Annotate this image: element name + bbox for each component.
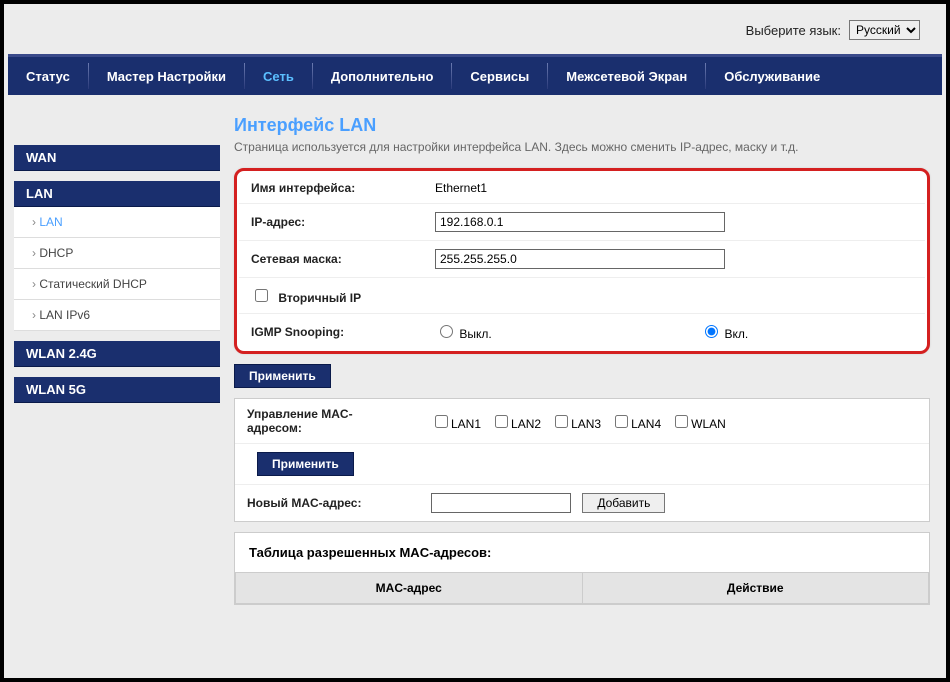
sidebar-item-статический-dhcp[interactable]: Статический DHCP <box>14 269 220 300</box>
content: Интерфейс LAN Страница используется для … <box>234 115 936 615</box>
subnet-mask-input[interactable] <box>435 249 725 269</box>
sidebar-header-wan[interactable]: WAN <box>14 145 220 171</box>
sidebar: WANLANLANDHCPСтатический DHCPLAN IPv6WLA… <box>14 115 220 615</box>
lan-settings-highlight: Имя интерфейса: Ethernet1 IP-адрес: Сете… <box>234 168 930 354</box>
page-description: Страница используется для настройки инте… <box>234 140 930 154</box>
igmp-snooping-label: IGMP Snooping: <box>239 314 423 350</box>
mac-col-address: MAC-адрес <box>236 573 583 604</box>
interface-name-label: Имя интерфейса: <box>239 173 423 204</box>
sidebar-header-wlan-5g[interactable]: WLAN 5G <box>14 377 220 403</box>
ip-address-label: IP-адрес: <box>239 204 423 241</box>
nav-item-5[interactable]: Межсетевой Экран <box>548 57 705 95</box>
sidebar-header-wlan-2.4g[interactable]: WLAN 2.4G <box>14 341 220 367</box>
main-nav: СтатусМастер НастройкиСетьДополнительноС… <box>8 54 942 95</box>
interface-name-value: Ethernet1 <box>423 173 688 204</box>
mac-checkbox-lan2[interactable] <box>495 415 508 428</box>
add-mac-button[interactable]: Добавить <box>582 493 665 513</box>
mac-table-title: Таблица разрешенных MAC-адресов: <box>235 533 929 572</box>
mac-check-wlan[interactable]: WLAN <box>671 417 726 431</box>
mac-checkbox-lan1[interactable] <box>435 415 448 428</box>
secondary-ip-label: Вторичный IP <box>278 291 361 305</box>
language-label: Выберите язык: <box>746 23 841 38</box>
sidebar-item-lan[interactable]: LAN <box>14 207 220 238</box>
mac-apply-button[interactable]: Применить <box>257 452 354 476</box>
igmp-on-option[interactable]: Вкл. <box>700 327 748 341</box>
apply-button[interactable]: Применить <box>234 364 331 388</box>
igmp-on-radio[interactable] <box>705 325 718 338</box>
mac-port-checkboxes: LAN1 LAN2 LAN3 LAN4 WLAN <box>419 399 929 444</box>
mac-checkbox-lan3[interactable] <box>555 415 568 428</box>
new-mac-label: Новый MAC-адрес: <box>235 485 419 522</box>
subnet-mask-label: Сетевая маска: <box>239 241 423 278</box>
igmp-off-radio[interactable] <box>440 325 453 338</box>
mac-management-label: Управление MAC-адресом: <box>235 399 419 444</box>
language-bar: Выберите язык: Русский <box>4 4 946 54</box>
ip-address-input[interactable] <box>435 212 725 232</box>
mac-checkbox-wlan[interactable] <box>675 415 688 428</box>
mac-check-lan3[interactable]: LAN3 <box>551 417 601 431</box>
mac-check-lan1[interactable]: LAN1 <box>431 417 481 431</box>
mac-check-lan4[interactable]: LAN4 <box>611 417 661 431</box>
nav-item-3[interactable]: Дополнительно <box>313 57 452 95</box>
nav-item-6[interactable]: Обслуживание <box>706 57 838 95</box>
sidebar-item-dhcp[interactable]: DHCP <box>14 238 220 269</box>
sidebar-item-lan-ipv6[interactable]: LAN IPv6 <box>14 300 220 331</box>
new-mac-input[interactable] <box>431 493 571 513</box>
nav-item-2[interactable]: Сеть <box>245 57 312 95</box>
igmp-off-option[interactable]: Выкл. <box>435 327 492 341</box>
nav-item-0[interactable]: Статус <box>8 57 88 95</box>
nav-item-4[interactable]: Сервисы <box>452 57 547 95</box>
nav-item-1[interactable]: Мастер Настройки <box>89 57 244 95</box>
page-title: Интерфейс LAN <box>234 115 930 136</box>
language-select[interactable]: Русский <box>849 20 920 40</box>
secondary-ip-checkbox[interactable] <box>255 289 268 302</box>
sidebar-header-lan[interactable]: LAN <box>14 181 220 207</box>
mac-check-lan2[interactable]: LAN2 <box>491 417 541 431</box>
mac-col-action: Действие <box>582 573 929 604</box>
mac-checkbox-lan4[interactable] <box>615 415 628 428</box>
